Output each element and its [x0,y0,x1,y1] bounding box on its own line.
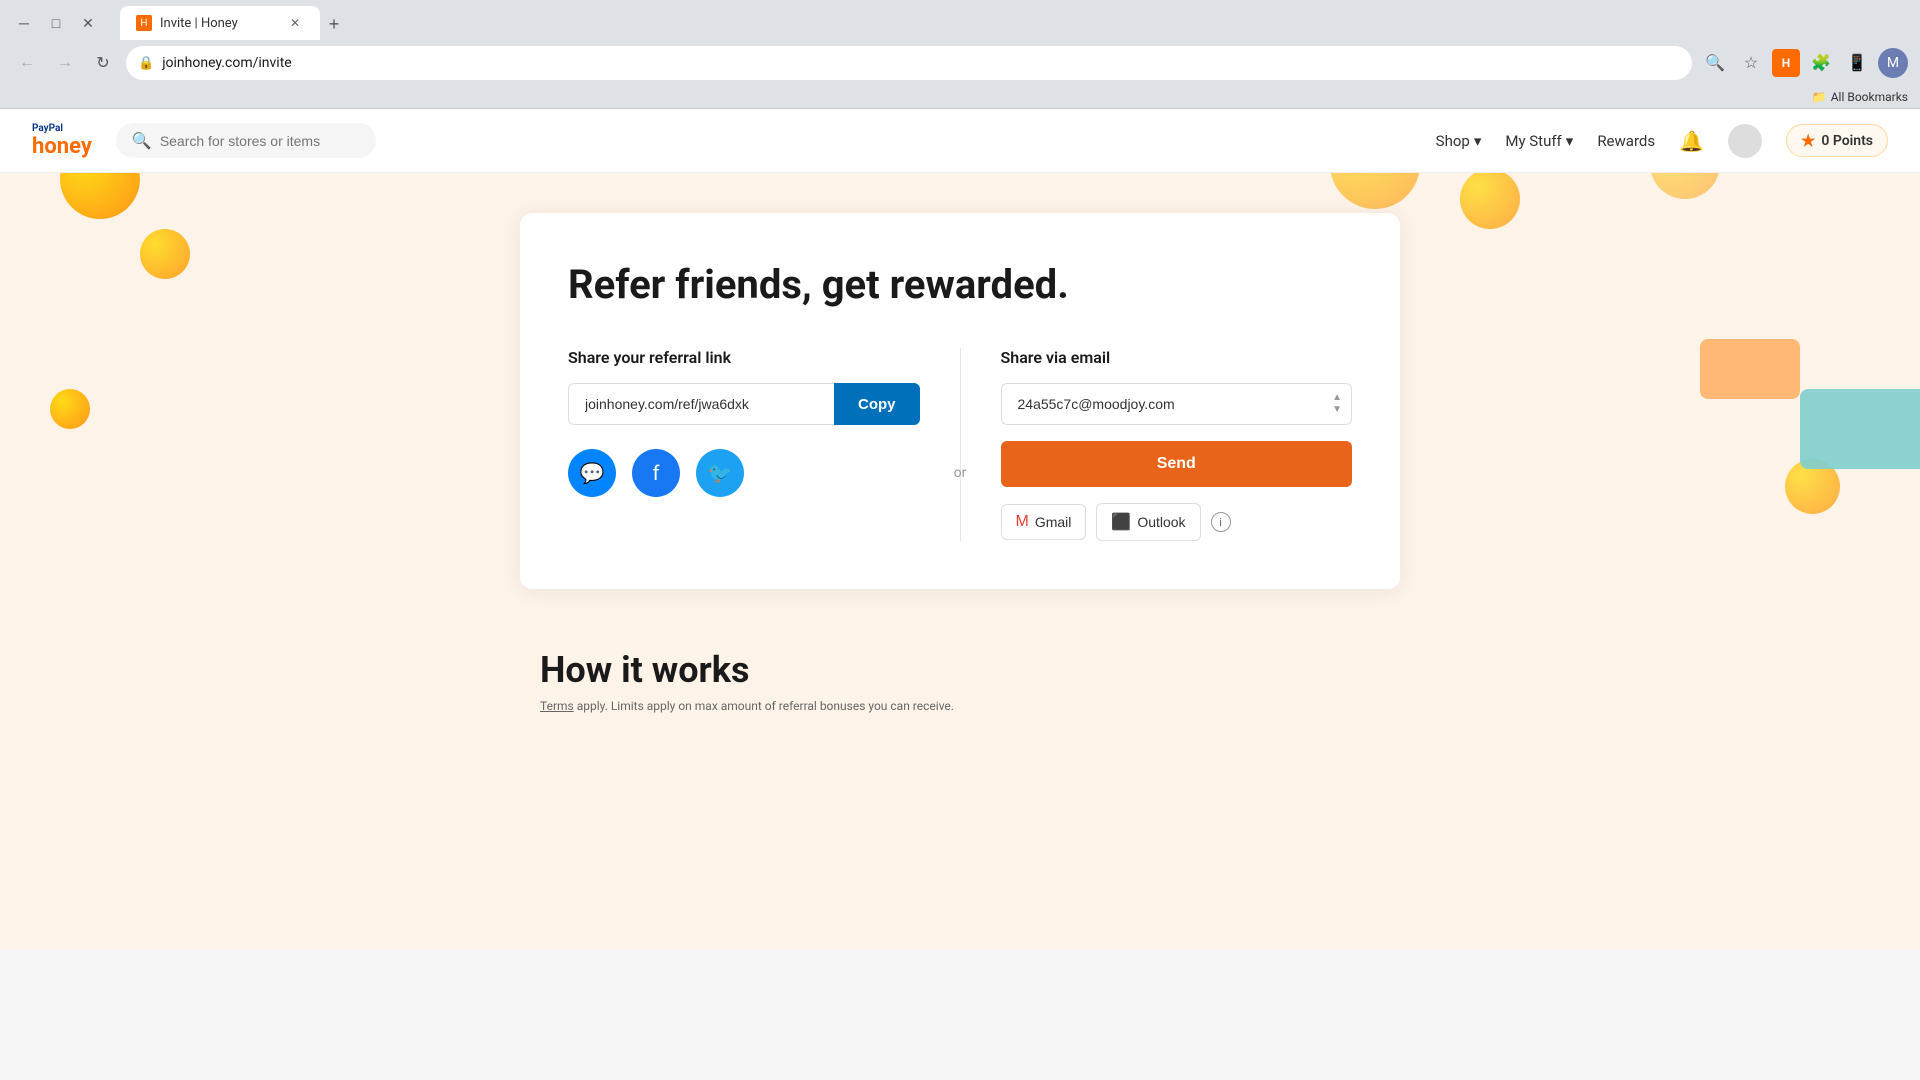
terms-description: apply. Limits apply on max amount of ref… [577,699,954,713]
nav-right: Shop ▾ My Stuff ▾ Rewards 🔔 ★ 0 Points [1436,124,1888,158]
share-email-label: Share via email [1001,348,1353,367]
right-section: Share via email ▲ ▼ Send M Gmail ⬛ [961,348,1353,541]
search-input[interactable] [160,133,360,149]
active-tab[interactable]: H Invite | Honey ✕ [120,6,320,40]
titlebar: ─ □ ✕ H Invite | Honey ✕ + [0,0,1920,40]
nav-search[interactable]: 🔍 [116,123,376,158]
facebook-icon: f [653,461,660,485]
honey-navbar: PayPal honey 🔍 Shop ▾ My Stuff ▾ Rewards… [0,109,1920,173]
referral-row: Copy [568,383,920,425]
new-tab-button[interactable]: + [320,10,348,38]
email-clients: M Gmail ⬛ Outlook i [1001,503,1353,541]
maximize-button[interactable]: □ [42,9,70,37]
copy-button[interactable]: Copy [834,383,920,425]
messenger-icon: 💬 [580,461,605,485]
honey-extension-icon[interactable]: H [1772,49,1800,77]
referral-link-input[interactable] [568,383,834,425]
terms-link[interactable]: Terms [540,699,574,713]
teal-decoration [1800,389,1920,469]
email-input[interactable] [1001,383,1353,425]
browser-toolbar: ← → ↻ 🔒 joinhoney.com/invite 🔍 ☆ H 🧩 📱 M [0,40,1920,86]
my-stuff-chevron-icon: ▾ [1566,132,1574,150]
search-icon-button[interactable]: 🔍 [1700,48,1730,78]
coin-decoration [1460,169,1520,229]
address-bar[interactable]: 🔒 joinhoney.com/invite [126,46,1692,80]
notification-bell-icon[interactable]: 🔔 [1679,129,1704,153]
points-badge[interactable]: ★ 0 Points [1786,124,1888,157]
tab-close-button[interactable]: ✕ [286,14,304,32]
honey-logo[interactable]: PayPal honey [32,123,92,159]
info-icon[interactable]: i [1211,512,1231,532]
page-title: Refer friends, get rewarded. [568,261,1352,308]
browser-chrome: ─ □ ✕ H Invite | Honey ✕ + ← → ↻ � [0,0,1920,109]
card-body: Share your referral link Copy 💬 f 🐦 [568,348,1352,541]
bookmarks-bar: 📁 All Bookmarks [0,86,1920,109]
bookmark-icon-button[interactable]: ☆ [1736,48,1766,78]
twitter-share-button[interactable]: 🐦 [696,449,744,497]
orange-decoration [1700,339,1800,399]
refresh-button[interactable]: ↻ [88,48,118,78]
close-window-button[interactable]: ✕ [74,9,102,37]
tab-title: Invite | Honey [160,16,278,31]
send-button[interactable]: Send [1001,441,1353,487]
profile-avatar[interactable]: M [1878,48,1908,78]
window-controls: ─ □ ✕ [10,9,102,37]
honey-label: honey [32,134,92,159]
coin-decoration [140,229,190,279]
user-avatar[interactable] [1728,124,1762,158]
share-link-label: Share your referral link [568,348,920,367]
minimize-button[interactable]: ─ [10,9,38,37]
arrow-down-icon[interactable]: ▼ [1332,405,1342,415]
shop-chevron-icon: ▾ [1474,132,1482,150]
or-divider: or [954,465,967,481]
twitter-icon: 🐦 [708,461,733,485]
tab-favicon: H [136,15,152,31]
toolbar-icons: 🔍 ☆ H 🧩 📱 M [1700,48,1908,78]
page-content: PayPal honey 🔍 Shop ▾ My Stuff ▾ Rewards… [0,109,1920,949]
email-input-wrapper: ▲ ▼ [1001,383,1353,425]
extensions-button[interactable]: 🧩 [1806,48,1836,78]
folder-icon: 📁 [1812,90,1827,104]
terms-text: Terms apply. Limits apply on max amount … [540,699,1380,713]
my-stuff-link[interactable]: My Stuff ▾ [1505,132,1573,150]
main-card: Refer friends, get rewarded. Share your … [520,213,1400,589]
security-icon: 🔒 [138,56,154,71]
forward-button[interactable]: → [50,48,80,78]
outlook-icon: ⬛ [1111,512,1131,532]
email-arrows: ▲ ▼ [1332,393,1342,415]
rewards-link[interactable]: Rewards [1597,132,1655,150]
coin-decoration [1785,459,1840,514]
all-bookmarks-link[interactable]: 📁 All Bookmarks [1812,90,1908,104]
social-icons: 💬 f 🐦 [568,449,920,497]
tab-bar: H Invite | Honey ✕ + [110,6,358,40]
back-button[interactable]: ← [12,48,42,78]
paypal-label: PayPal [32,123,92,134]
gmail-button[interactable]: M Gmail [1001,504,1087,540]
search-icon: 🔍 [132,131,152,150]
arrow-up-icon[interactable]: ▲ [1332,393,1342,403]
device-button[interactable]: 📱 [1842,48,1872,78]
left-section: Share your referral link Copy 💬 f 🐦 [568,348,961,541]
url-text: joinhoney.com/invite [162,55,1680,71]
gmail-icon: M [1016,513,1029,531]
how-section: How it works Terms apply. Limits apply o… [0,629,1920,773]
how-it-works-title: How it works [540,649,1380,691]
outlook-button[interactable]: ⬛ Outlook [1096,503,1200,541]
coin-decoration [50,389,90,429]
shop-link[interactable]: Shop ▾ [1436,132,1482,150]
star-icon: ★ [1801,131,1815,150]
facebook-share-button[interactable]: f [632,449,680,497]
messenger-share-button[interactable]: 💬 [568,449,616,497]
